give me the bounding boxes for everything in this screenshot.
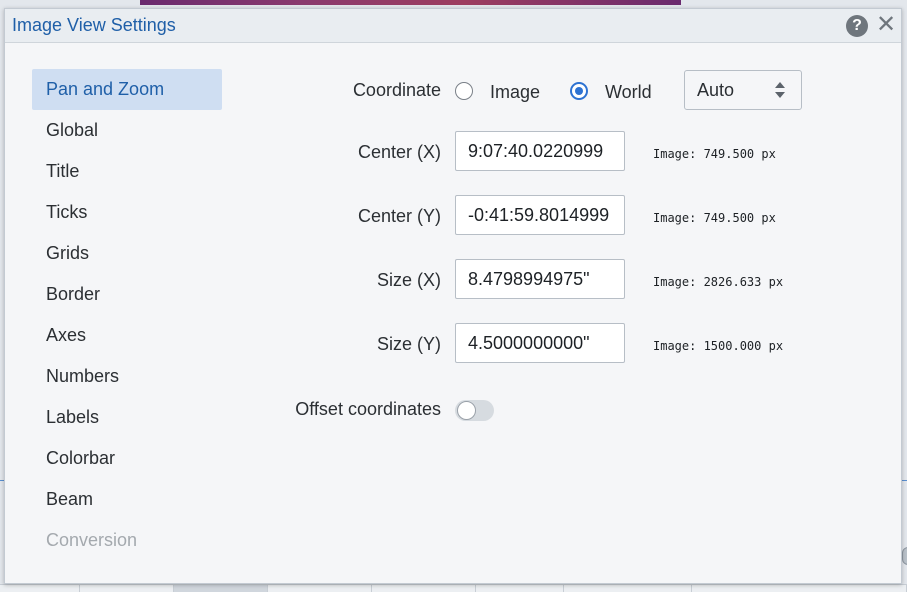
coordinate-label: Coordinate: [352, 80, 441, 100]
question-mark-icon[interactable]: ?: [846, 15, 868, 37]
offset-coordinates-toggle[interactable]: [455, 400, 494, 421]
settings-sidebar: Pan and Zoom Global Title Ticks Grids Bo…: [32, 69, 222, 561]
sidebar-item-title[interactable]: Title: [32, 151, 222, 192]
center-y-image-px: Image: 749.500 px: [653, 211, 776, 225]
sidebar-item-beam[interactable]: Beam: [32, 479, 222, 520]
coordinate-image-radio[interactable]: [455, 82, 473, 100]
sidebar-item-global[interactable]: Global: [32, 110, 222, 151]
background-scroll-handle: [902, 547, 907, 565]
toggle-knob: [457, 401, 476, 420]
size-x-input[interactable]: 8.4798994975": [455, 259, 625, 299]
coordinate-world-radio[interactable]: [570, 82, 588, 100]
coordinate-image-label[interactable]: Image: [490, 82, 540, 103]
center-x-image-px: Image: 749.500 px: [653, 147, 776, 161]
size-y-input[interactable]: 4.5000000000": [455, 323, 625, 363]
center-y-label: Center (Y): [357, 206, 441, 226]
sidebar-item-pan-and-zoom[interactable]: Pan and Zoom: [32, 69, 222, 110]
sidebar-item-border[interactable]: Border: [32, 274, 222, 315]
sidebar-item-colorbar[interactable]: Colorbar: [32, 438, 222, 479]
sidebar-item-labels[interactable]: Labels: [32, 397, 222, 438]
dialog-title: Image View Settings: [12, 15, 176, 35]
sidebar-item-axes[interactable]: Axes: [32, 315, 222, 356]
close-icon[interactable]: ✕: [876, 12, 896, 38]
offset-coordinates-label: Offset coordinates: [295, 399, 441, 419]
dialog-titlebar[interactable]: Image View Settings ? ✕: [5, 9, 901, 43]
coordinate-format-select[interactable]: Auto: [684, 70, 802, 110]
sidebar-item-numbers[interactable]: Numbers: [32, 356, 222, 397]
coordinate-format-value: Auto: [697, 80, 735, 100]
sidebar-item-conversion: Conversion: [46, 530, 138, 550]
sidebar-item-grids[interactable]: Grids: [32, 233, 222, 274]
center-y-input[interactable]: -0:41:59.8014999: [455, 195, 625, 235]
size-x-label: Size (X): [376, 270, 441, 290]
sidebar-item-ticks[interactable]: Ticks: [32, 192, 222, 233]
double-caret-icon: [775, 82, 785, 98]
size-y-label: Size (Y): [376, 334, 441, 354]
coordinate-world-label[interactable]: World: [605, 82, 652, 103]
size-y-image-px: Image: 1500.000 px: [653, 339, 784, 353]
center-x-input[interactable]: 9:07:40.0220999: [455, 131, 625, 171]
background-image-strip: [140, 0, 681, 5]
image-view-settings-dialog: Image View Settings ? ✕ Pan and Zoom Glo…: [4, 8, 902, 584]
background-divider-right: [902, 480, 907, 481]
center-x-label: Center (X): [357, 142, 441, 162]
size-x-image-px: Image: 2826.633 px: [653, 275, 784, 289]
